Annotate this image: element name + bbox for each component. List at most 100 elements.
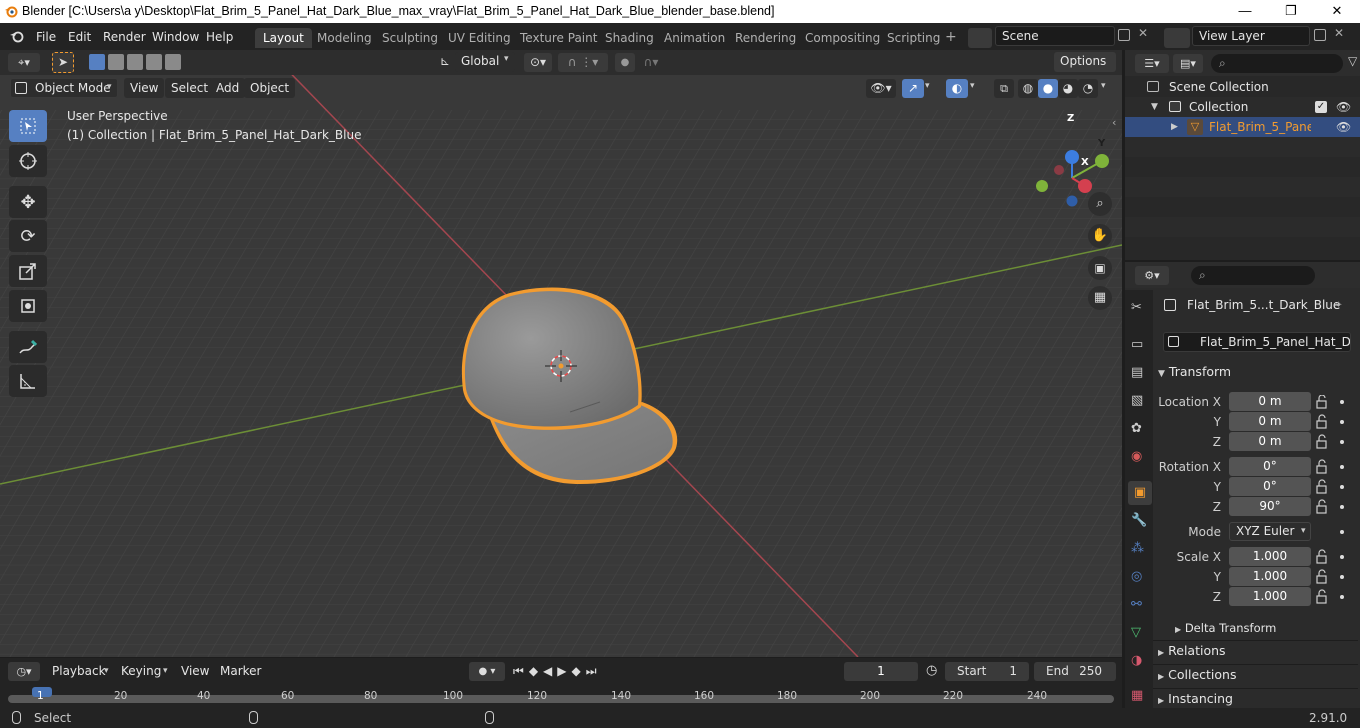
- texture-tab-icon[interactable]: ▦: [1131, 688, 1143, 703]
- overlays-icon[interactable]: ◐: [946, 79, 968, 98]
- display-mode-icon[interactable]: ▤▾: [1173, 54, 1203, 73]
- rotation-y-field[interactable]: 0°: [1229, 477, 1311, 496]
- options-dropdown[interactable]: Options: [1054, 52, 1116, 72]
- timeline-menu-keying[interactable]: Keying: [115, 661, 167, 681]
- snap-icon[interactable]: ∩ ⋮▾: [558, 53, 608, 72]
- scale-y-field[interactable]: 1.000: [1229, 567, 1311, 586]
- material-tab-icon[interactable]: ◑: [1131, 653, 1142, 668]
- scene-browse-icon[interactable]: [968, 28, 992, 48]
- close-button[interactable]: ✕: [1314, 0, 1360, 23]
- blender-menu-icon[interactable]: [9, 29, 25, 43]
- modifiers-wrench-icon[interactable]: 🔧: [1131, 513, 1147, 528]
- outliner-scene-collection[interactable]: Scene Collection: [1125, 77, 1360, 97]
- annotate-tool-button[interactable]: [9, 331, 47, 363]
- 3d-viewport[interactable]: Z Y X User Perspective (1) Collection | …: [0, 50, 1122, 657]
- outliner-collection[interactable]: ▼ Collection ✓ 👁: [1125, 97, 1360, 117]
- current-frame-field[interactable]: 1: [844, 662, 918, 681]
- select-mode-extend-icon[interactable]: [108, 54, 124, 70]
- collection-checkbox[interactable]: ✓: [1315, 101, 1327, 113]
- keyframe-dot-icon[interactable]: [1340, 465, 1344, 469]
- sidebar-toggle-icon[interactable]: ‹: [1112, 116, 1116, 129]
- particles-tab-icon[interactable]: ⁂: [1131, 541, 1144, 556]
- tab-uv-editing[interactable]: UV Editing: [440, 28, 519, 48]
- delta-transform-header[interactable]: ▶ Delta Transform: [1175, 617, 1360, 639]
- next-keyframe-icon[interactable]: ◆: [572, 664, 586, 678]
- tab-shading[interactable]: Shading: [597, 28, 662, 48]
- scale-tool-button[interactable]: [9, 255, 47, 287]
- maximize-button[interactable]: ❐: [1268, 0, 1314, 23]
- keyframe-dot-icon[interactable]: [1340, 505, 1344, 509]
- tab-animation[interactable]: Animation: [656, 28, 733, 48]
- visibility-eye-icon[interactable]: 👁▾: [866, 79, 896, 98]
- keyframe-dot-icon[interactable]: [1340, 400, 1344, 404]
- physics-tab-icon[interactable]: ◎: [1131, 569, 1142, 584]
- data-tab-icon[interactable]: ▽: [1131, 625, 1141, 640]
- lock-icons[interactable]: [1315, 395, 1329, 607]
- proportional-edit-icon[interactable]: ●: [615, 53, 635, 72]
- play-icon[interactable]: ▶: [557, 664, 571, 678]
- menu-help[interactable]: Help: [200, 28, 239, 46]
- timeline-editor-type-icon[interactable]: ◷▾: [8, 662, 40, 681]
- select-mode-new-icon[interactable]: [89, 54, 105, 70]
- keyframe-dot-icon[interactable]: [1340, 485, 1344, 489]
- material-shading-icon[interactable]: ◕: [1058, 79, 1078, 98]
- cursor-tool-button[interactable]: [9, 145, 47, 177]
- instancing-header[interactable]: ▶ Instancing: [1158, 688, 1358, 710]
- add-workspace-icon[interactable]: +: [945, 29, 957, 45]
- rotation-mode-dropdown[interactable]: XYZ Euler: [1229, 522, 1311, 541]
- outliner-object-row[interactable]: ▶ ▽ Flat_Brim_5_Panel_Hat_Dark_Blue 👁: [1125, 117, 1360, 137]
- new-view-layer-icon[interactable]: [1314, 29, 1326, 41]
- keyframe-dot-icon[interactable]: [1340, 420, 1344, 424]
- rotation-x-field[interactable]: 0°: [1229, 457, 1311, 476]
- output-tab-icon[interactable]: ▤: [1131, 365, 1143, 380]
- keyframe-dot-icon[interactable]: [1340, 555, 1344, 559]
- menu-window[interactable]: Window: [146, 28, 205, 46]
- viewport-menu-add[interactable]: Add: [210, 78, 246, 98]
- tab-compositing[interactable]: Compositing: [797, 28, 888, 48]
- filter-funnel-icon[interactable]: ▽: [1348, 54, 1357, 68]
- solid-shading-icon[interactable]: ●: [1038, 79, 1058, 98]
- pan-hand-icon[interactable]: ✋: [1088, 224, 1112, 248]
- keyframe-dot-icon[interactable]: [1340, 595, 1344, 599]
- wireframe-shading-icon[interactable]: ◍: [1018, 79, 1038, 98]
- keyframe-dot-icon[interactable]: [1340, 530, 1344, 534]
- gizmo-toggle-icon[interactable]: ↗: [902, 79, 924, 98]
- select-mode-subtract-icon[interactable]: [127, 54, 143, 70]
- menu-render[interactable]: Render: [97, 28, 152, 46]
- viewport-menu-object[interactable]: Object: [244, 78, 296, 98]
- timeline-menu-view[interactable]: View: [175, 661, 215, 681]
- falloff-icon[interactable]: ∩▾: [638, 53, 664, 72]
- object-tab-icon[interactable]: ▣: [1128, 481, 1152, 505]
- new-scene-icon[interactable]: [1118, 29, 1130, 41]
- select-mode-intersect-icon[interactable]: [165, 54, 181, 70]
- overlays-chevron-down-icon[interactable]: ▾: [970, 81, 975, 91]
- auto-keying-record-icon[interactable]: ● ▾: [469, 662, 505, 681]
- timeline-menu-playback[interactable]: Playback: [46, 661, 112, 681]
- prev-keyframe-icon[interactable]: ◆: [529, 664, 543, 678]
- view-layer-selector[interactable]: View Layer: [1192, 26, 1310, 46]
- scene-tab-icon[interactable]: ✿: [1131, 421, 1142, 436]
- location-z-field[interactable]: 0 m: [1229, 432, 1311, 451]
- object-expand-chevron-right-icon[interactable]: ▶: [1171, 117, 1178, 137]
- scene-selector[interactable]: Scene: [995, 26, 1115, 46]
- transform-tool-button[interactable]: [9, 290, 47, 322]
- gizmo-chevron-down-icon[interactable]: ▾: [925, 81, 930, 91]
- scale-x-field[interactable]: 1.000: [1229, 547, 1311, 566]
- delete-view-layer-icon[interactable]: ✕: [1334, 26, 1344, 40]
- tab-layout[interactable]: Layout: [255, 28, 312, 48]
- start-frame-field[interactable]: Start 1: [945, 662, 1029, 681]
- tab-rendering[interactable]: Rendering: [727, 28, 804, 48]
- scale-z-field[interactable]: 1.000: [1229, 587, 1311, 606]
- pivot-point-icon[interactable]: ⊙▾: [524, 53, 552, 72]
- clock-icon[interactable]: ◷: [926, 663, 937, 678]
- collection-eye-icon[interactable]: 👁: [1336, 97, 1351, 117]
- tab-sculpting[interactable]: Sculpting: [374, 28, 446, 48]
- gizmo-z-label[interactable]: Z: [1067, 113, 1074, 124]
- pin-icon[interactable]: ⌖: [1335, 297, 1342, 312]
- timeline-menu-marker[interactable]: Marker: [214, 661, 267, 681]
- jump-end-icon[interactable]: ⏭: [586, 664, 602, 678]
- keyframe-dot-icon[interactable]: [1340, 575, 1344, 579]
- rendered-shading-icon[interactable]: ◔: [1078, 79, 1098, 98]
- select-mode-invert-icon[interactable]: [146, 54, 162, 70]
- properties-search-icon[interactable]: ⌕: [1191, 266, 1315, 285]
